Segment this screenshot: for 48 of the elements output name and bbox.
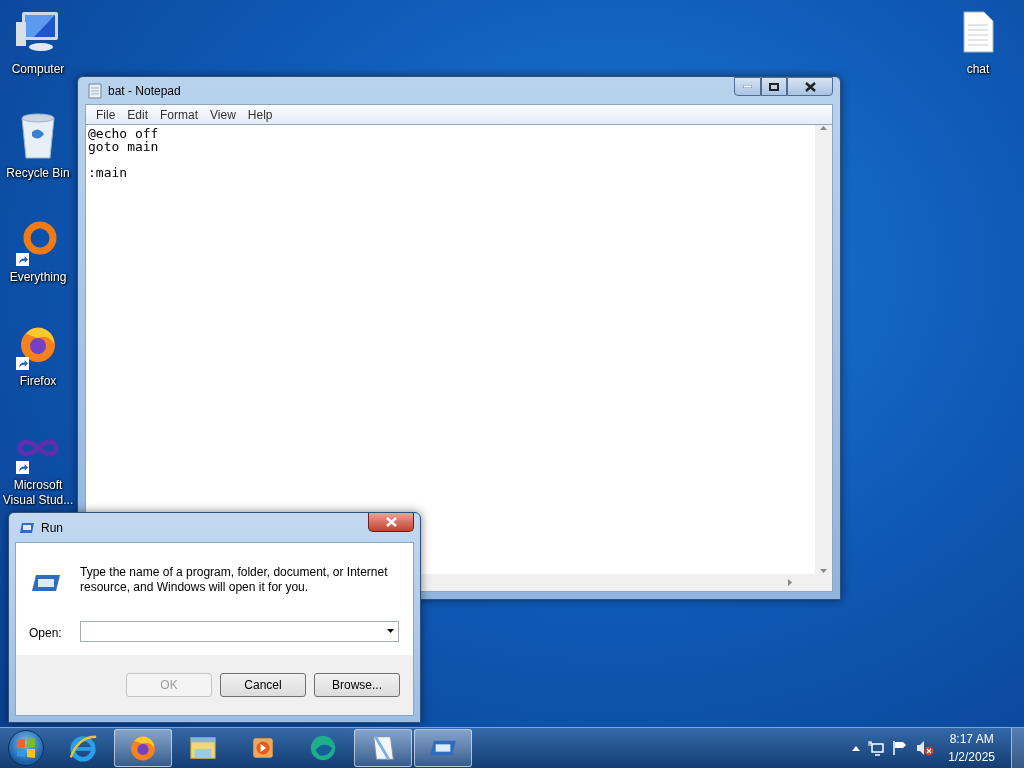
- close-button[interactable]: [787, 77, 833, 96]
- dropdown-arrow-icon[interactable]: [387, 629, 394, 633]
- desktop-icon-label[interactable]: Computer: [11, 62, 65, 77]
- instruction-text: Type the name of a program, folder, document, or Internet resource, and Windows will open it for you.: [80, 565, 389, 595]
- taskbar-button[interactable]: [354, 729, 412, 767]
- globe-icon: [308, 733, 338, 763]
- document-icon[interactable]: [962, 11, 994, 53]
- minimize-icon: [743, 85, 752, 88]
- menu-item[interactable]: Help: [241, 107, 279, 122]
- taskbar-button[interactable]: [414, 729, 472, 767]
- vertical-scrollbar[interactable]: [815, 125, 832, 574]
- desktop-icon-label[interactable]: Firefox: [19, 374, 57, 389]
- menu-item[interactable]: File: [90, 107, 122, 122]
- notepad-icon: [88, 82, 102, 99]
- media-player-icon: [250, 735, 276, 761]
- close-icon: [385, 517, 397, 527]
- clock-date[interactable]: 1/2/2025: [948, 748, 995, 766]
- taskbar-button[interactable]: [114, 729, 172, 767]
- dialog-title: Run: [41, 520, 63, 535]
- menu-item[interactable]: Edit: [121, 107, 155, 122]
- menu-item[interactable]: View: [204, 107, 242, 122]
- recycle-bin-icon[interactable]: [18, 112, 58, 160]
- cancel-button[interactable]: Cancel: [220, 673, 306, 697]
- desktop-icon-label[interactable]: Recycle Bin: [6, 166, 70, 181]
- maximize-icon: [769, 82, 779, 91]
- menu-item[interactable]: Format: [154, 107, 205, 122]
- maximize-button[interactable]: [761, 77, 787, 96]
- show-hidden-icons-icon[interactable]: [852, 745, 861, 751]
- speaker-muted-icon[interactable]: [916, 740, 935, 756]
- desktop-icon-label[interactable]: Everything: [9, 270, 67, 285]
- browse-button[interactable]: Browse...: [314, 673, 400, 697]
- window-panes-icon: [16, 738, 36, 758]
- run-icon: [19, 521, 35, 534]
- desktop-icon-label[interactable]: Microsoft Visual Stud...: [0, 478, 76, 508]
- clock-time[interactable]: 8:17 AM: [949, 730, 994, 748]
- window-title: bat - Notepad: [108, 83, 181, 98]
- show-desktop-button[interactable]: [1011, 728, 1024, 768]
- close-icon: [804, 81, 816, 92]
- minimize-button[interactable]: [734, 77, 761, 96]
- firefox-icon: [129, 734, 157, 762]
- open-label: Open:: [29, 625, 63, 640]
- scroll-right-icon[interactable]: [788, 579, 793, 586]
- desktop-icon-label[interactable]: chat: [966, 62, 990, 77]
- start-button[interactable]: [8, 730, 44, 766]
- network-icon[interactable]: [868, 740, 885, 756]
- flag-icon[interactable]: [892, 740, 909, 756]
- close-button[interactable]: [368, 513, 414, 532]
- ie-icon: [68, 733, 98, 763]
